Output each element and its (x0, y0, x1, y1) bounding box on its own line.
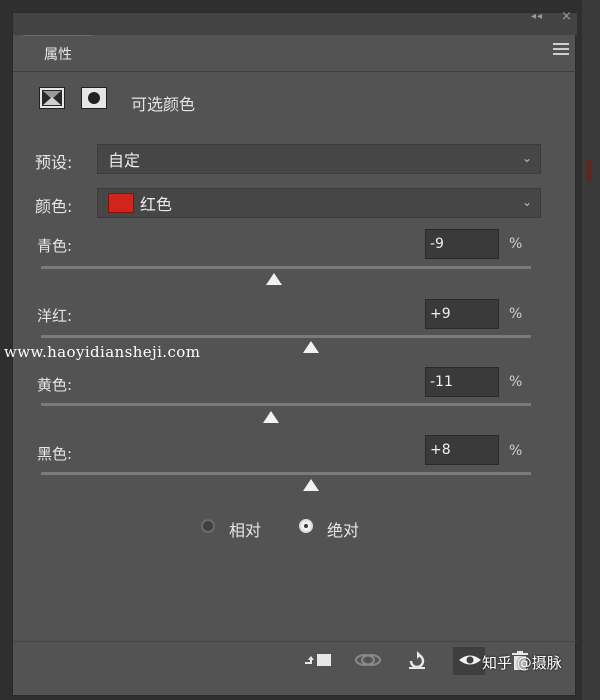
layer-mask-icon[interactable] (81, 87, 107, 109)
black-value-input[interactable]: +8 (425, 435, 499, 465)
panel-top-strip: ◂◂ × (13, 9, 577, 35)
yellow-label: 黄色: (37, 376, 73, 394)
tabbar-divider (13, 71, 577, 72)
yellow-value-input[interactable]: -11 (425, 367, 499, 397)
background-accent (586, 160, 592, 182)
cyan-slider-thumb[interactable] (265, 273, 282, 285)
absolute-label: 绝对 (327, 521, 360, 540)
magenta-slider-track[interactable] (41, 335, 531, 338)
yellow-slider-thumb[interactable] (263, 411, 280, 423)
reset-icon[interactable] (405, 651, 429, 676)
color-label: 颜色: (35, 197, 73, 216)
bottom-toolbar-divider (13, 641, 577, 642)
view-previous-icon[interactable] (353, 651, 383, 674)
adjustment-title: 可选颜色 (131, 95, 196, 114)
site-watermark: www.haoyidiansheji.com (4, 343, 201, 361)
visibility-eye-icon[interactable] (457, 651, 483, 674)
cyan-value-input[interactable]: -9 (425, 229, 499, 259)
magenta-unit: % (509, 306, 523, 322)
black-slider-track[interactable] (41, 472, 531, 475)
clip-to-layer-icon[interactable] (303, 651, 333, 674)
yellow-slider-track[interactable] (41, 403, 531, 406)
chevron-down-icon: ⌄ (521, 195, 532, 209)
tab-properties[interactable]: 属性 (23, 35, 93, 72)
black-label: 黑色: (37, 445, 73, 463)
close-panel-icon[interactable]: × (561, 9, 572, 24)
preset-label: 预设: (35, 153, 73, 172)
adjustment-layer-icon[interactable] (39, 87, 65, 109)
magenta-label: 洋红: (37, 307, 73, 325)
magenta-value-input[interactable]: +9 (425, 299, 499, 329)
black-slider-thumb[interactable] (302, 479, 319, 491)
cyan-unit: % (509, 236, 523, 252)
color-value: 红色 (140, 195, 173, 214)
background-edge (582, 0, 600, 700)
collapse-panel-icon[interactable]: ◂◂ (531, 11, 543, 22)
zhihu-watermark: 知乎 @摄脉 (482, 654, 562, 672)
absolute-radio[interactable] (299, 519, 313, 533)
color-swatch (108, 193, 134, 213)
relative-label: 相对 (229, 521, 262, 540)
preset-value: 自定 (108, 151, 141, 170)
chevron-down-icon: ⌄ (521, 151, 532, 165)
cyan-label: 青色: (37, 237, 73, 255)
color-dropdown[interactable]: 红色 ⌄ (97, 188, 541, 218)
yellow-unit: % (509, 374, 523, 390)
black-unit: % (509, 443, 523, 459)
magenta-slider-thumb[interactable] (302, 341, 319, 353)
cyan-slider-track[interactable] (41, 266, 531, 269)
panel-menu-icon[interactable] (553, 43, 569, 55)
relative-radio[interactable] (201, 519, 215, 533)
preset-dropdown[interactable]: 自定 ⌄ (97, 144, 541, 174)
